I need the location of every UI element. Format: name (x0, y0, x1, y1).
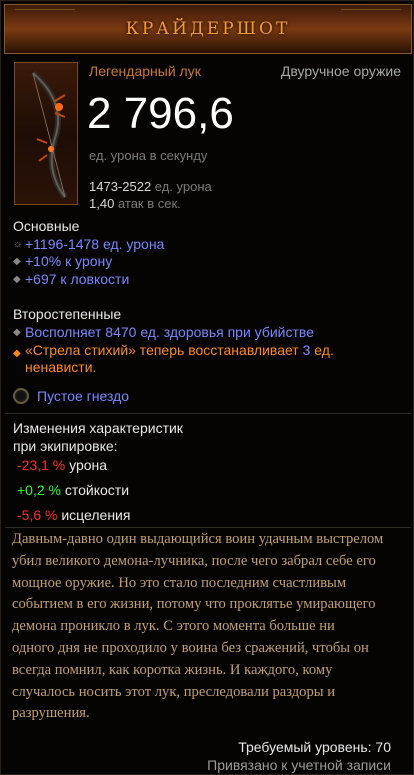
diamond-bullet-icon: ◆ (13, 327, 21, 338)
diamond-bullet-icon: ◆ (13, 256, 21, 267)
damage-range-line: 1473-2522 ед. урона (89, 179, 212, 194)
legendary-affix-text: «Стрела стихий» теперь восстанавливает 3… (25, 342, 334, 375)
item-type: Легендарный лук (89, 63, 201, 79)
required-level: Требуемый уровень: 70 (238, 739, 391, 755)
damage-range-label: ед. урона (154, 179, 212, 194)
socket-icon (13, 388, 29, 404)
primary-affix: ◆ +697 к ловкости (13, 271, 129, 287)
change-value: -5,6 % (17, 507, 58, 523)
change-label: урона (69, 457, 108, 473)
bow-icon (30, 70, 68, 199)
legendary-affix: ◆ «Стрела стихий» теперь восстанавливает… (13, 342, 334, 376)
change-label: исцеления (61, 507, 131, 523)
flavor-text: Давным-давно один выдающийся воин удачны… (12, 531, 384, 722)
damage-range-value: 1473-2522 (89, 179, 152, 194)
diamond-bullet-icon: ◆ (13, 274, 21, 285)
stat-change-healing: -5,6 % исцеления (17, 507, 130, 523)
bound-status: Привязано к учетной записи (207, 757, 391, 773)
dps-value: 2 796,6 (87, 89, 234, 138)
divider (5, 527, 411, 528)
change-value: -23,1 % (17, 457, 66, 473)
secondary-affix: ◆ Восполняет 8470 ед. здоровья при убийс… (13, 324, 314, 340)
tooltip-header: КРАЙДЕРШОТ (4, 4, 412, 54)
affix-text: +10% к урону (25, 253, 113, 269)
item-icon-frame (14, 62, 78, 205)
primary-title: Основные (13, 218, 80, 234)
change-label: стойкости (64, 482, 130, 498)
stat-changes-title: Изменения характеристик при экипировке: (13, 420, 183, 454)
divider (5, 413, 411, 414)
swirl-icon: ☼ (13, 239, 23, 250)
affix-text: Восполняет 8470 ед. здоровья при убийств… (25, 324, 314, 340)
primary-affix: ☼ +1196-1478 ед. урона (13, 236, 164, 252)
legendary-diamond-icon: ◆ (13, 348, 21, 359)
empty-socket: Пустое гнездо (13, 388, 129, 404)
change-value: +0,2 % (17, 482, 61, 498)
stat-change-damage: -23,1 % урона (17, 457, 107, 473)
secondary-title: Второстепенные (13, 306, 122, 322)
item-tooltip: КРАЙДЕРШОТ Легендарный лук Двуручное ору… (0, 0, 414, 775)
attack-speed-line: 1,40 атак в сек. (89, 196, 181, 211)
stat-change-toughness: +0,2 % стойкости (17, 482, 129, 498)
item-name: КРАЙДЕРШОТ (125, 19, 291, 39)
attack-speed-value: 1,40 (89, 196, 115, 211)
attack-speed-label: атак в сек. (117, 196, 181, 211)
affix-text: +1196-1478 ед. урона (25, 236, 165, 252)
affix-text: +697 к ловкости (25, 271, 130, 287)
dps-label: ед. урона в секунду (89, 148, 208, 163)
item-slot: Двуручное оружие (280, 63, 401, 79)
primary-affix: ◆ +10% к урону (13, 253, 112, 269)
socket-label: Пустое гнездо (37, 388, 130, 404)
